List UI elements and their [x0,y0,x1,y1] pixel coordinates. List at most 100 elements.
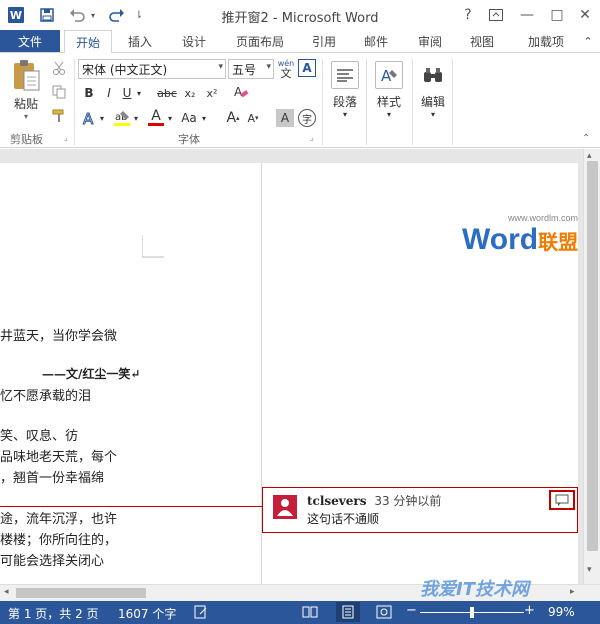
scroll-thumb[interactable] [587,161,598,551]
zoom-level[interactable]: 99% [548,605,575,619]
paste-button[interactable]: 粘贴 ▾ [8,59,44,121]
tab-home[interactable]: 开始 [64,30,112,53]
proofing-icon[interactable] [194,605,208,622]
comment-header: tclsevers 33 分钟以前 [307,492,441,509]
scroll-up-icon[interactable]: ▴ [587,151,592,161]
grow-font-glyph: A [226,110,237,126]
tab-addins[interactable]: 加载项 [516,30,576,52]
clipboard-launcher-icon[interactable]: ⌟ [64,133,68,142]
copy-icon[interactable] [50,83,68,101]
separator [366,59,367,145]
zoom-slider-thumb[interactable] [470,607,474,618]
tab-page-layout[interactable]: 页面布局 [228,30,292,52]
clear-formatting-icon[interactable]: A [232,83,250,101]
reply-comment-button[interactable] [549,490,575,510]
underline-dropdown-icon[interactable]: ▾ [134,85,144,101]
font-name-combo[interactable]: 宋体 (中文正文) ▾ [78,59,226,79]
collapse-ribbon-arrow-icon[interactable]: ⌃ [582,133,590,144]
tab-insert[interactable]: 插入 [118,30,162,52]
restore-button[interactable]: □ [544,4,570,26]
font-color-button[interactable]: A [146,109,166,127]
scroll-right-icon[interactable]: ▸ [570,587,575,597]
minimize-button[interactable]: — [514,4,540,26]
comment-text[interactable]: 这句话不通顺 [307,510,379,527]
watermark-url: www.wordlm.com [508,213,579,223]
page-count[interactable]: 第 1 页，共 2 页 [8,605,99,622]
subscript-button[interactable]: x₂ [182,85,198,101]
text-effects-icon[interactable]: A [80,109,98,127]
comment-balloon[interactable]: tclsevers 33 分钟以前 这句话不通顺 [262,487,578,533]
clipboard-group-label: 剪贴板 [10,133,43,146]
binoculars-icon [419,61,447,89]
character-shading-button[interactable]: A [276,109,294,127]
chevron-down-icon: ▾ [386,110,391,119]
format-painter-icon[interactable] [50,107,68,125]
paragraph-icon [331,61,359,89]
shrink-font-button[interactable]: A ▾ [244,109,262,127]
enclose-characters-button[interactable]: 字 [298,109,316,127]
grow-font-button[interactable]: A ▴ [224,109,242,127]
tab-review[interactable]: 审阅 [408,30,452,52]
help-button[interactable]: ? [458,4,478,26]
editing-button[interactable]: 编辑 ▾ [414,61,452,119]
vertical-scrollbar[interactable]: ▴ ▾ [583,149,600,584]
web-layout-icon[interactable] [376,605,392,622]
font-name-value: 宋体 (中文正文) [82,62,168,77]
tab-file[interactable]: 文件 [0,30,60,52]
bold-button[interactable]: B [82,85,96,101]
redo-icon[interactable] [106,4,128,26]
separator [322,59,323,145]
phonetic-guide-bottom: 文 [280,67,292,80]
document-page[interactable]: 井蓝天，当你学会微 ——文/红尘一笑↵ 忆不愿承载的泪 笑、叹息、彷 品味地老天… [0,163,262,584]
cut-icon[interactable] [50,59,68,77]
print-layout-icon[interactable] [336,602,360,622]
scroll-left-icon[interactable]: ◂ [4,587,9,597]
save-icon[interactable] [36,4,58,26]
undo-dropdown-icon[interactable]: ▾ [88,4,98,26]
zoom-out-button[interactable]: − [406,603,417,618]
change-case-dropdown-icon[interactable]: ▾ [200,111,208,125]
paragraph-label: 段落 [332,95,357,109]
font-size-combo[interactable]: 五号 ▾ [228,59,274,79]
paste-dropdown-icon[interactable]: ▾ [24,112,28,121]
avatar [273,495,297,519]
zoom-in-button[interactable]: + [524,603,535,618]
superscript-button[interactable]: x² [204,85,220,101]
change-case-button[interactable]: Aa [178,109,200,127]
tab-design[interactable]: 设计 [172,30,216,52]
svg-text:A: A [83,110,94,126]
ribbon-display-options-icon[interactable] [484,4,508,26]
word-app-icon[interactable]: W [8,7,24,23]
close-button[interactable]: ✕ [572,4,598,26]
undo-icon[interactable] [66,4,88,26]
text-effects-dropdown-icon[interactable]: ▾ [98,111,106,125]
paragraph-button[interactable]: 段落 ▾ [326,61,364,119]
paste-icon [14,60,40,91]
svg-text:A: A [381,67,392,84]
highlight-dropdown-icon[interactable]: ▾ [132,111,140,125]
word-count[interactable]: 1607 个字 [118,605,176,622]
tab-mailings[interactable]: 邮件 [354,30,398,52]
styles-button[interactable]: A 样式 ▾ [370,61,408,119]
watermark-brand-en: Word [462,223,539,256]
strikethrough-button[interactable]: abc [156,85,178,101]
underline-button[interactable]: U [120,85,134,101]
customize-quick-access-icon[interactable]: ⇂ [132,4,146,26]
character-border-icon[interactable]: A [298,59,316,77]
font-size-value: 五号 [232,62,257,77]
highlight-color-icon[interactable]: ab [112,109,132,127]
tab-view[interactable]: 视图 [460,30,504,52]
user-icon [277,499,293,516]
hscroll-thumb[interactable] [16,588,146,598]
collapse-ribbon-icon[interactable]: ⌃ [580,30,596,52]
phonetic-guide-button[interactable]: wén 文 [276,57,296,81]
font-launcher-icon[interactable]: ⌟ [310,133,314,142]
tab-references[interactable]: 引用 [302,30,346,52]
doc-line: 楼楼；你所向往的， [0,533,118,548]
font-color-dropdown-icon[interactable]: ▾ [166,111,174,125]
title-bar: W ▾ ⇂ 推开窗2 - Microsoft Word ? — □ ✕ [0,0,600,30]
scroll-down-icon[interactable]: ▾ [587,565,592,575]
watermark-brand-cn: 联盟 [538,230,579,254]
read-mode-icon[interactable] [302,605,318,622]
italic-button[interactable]: I [102,85,116,101]
